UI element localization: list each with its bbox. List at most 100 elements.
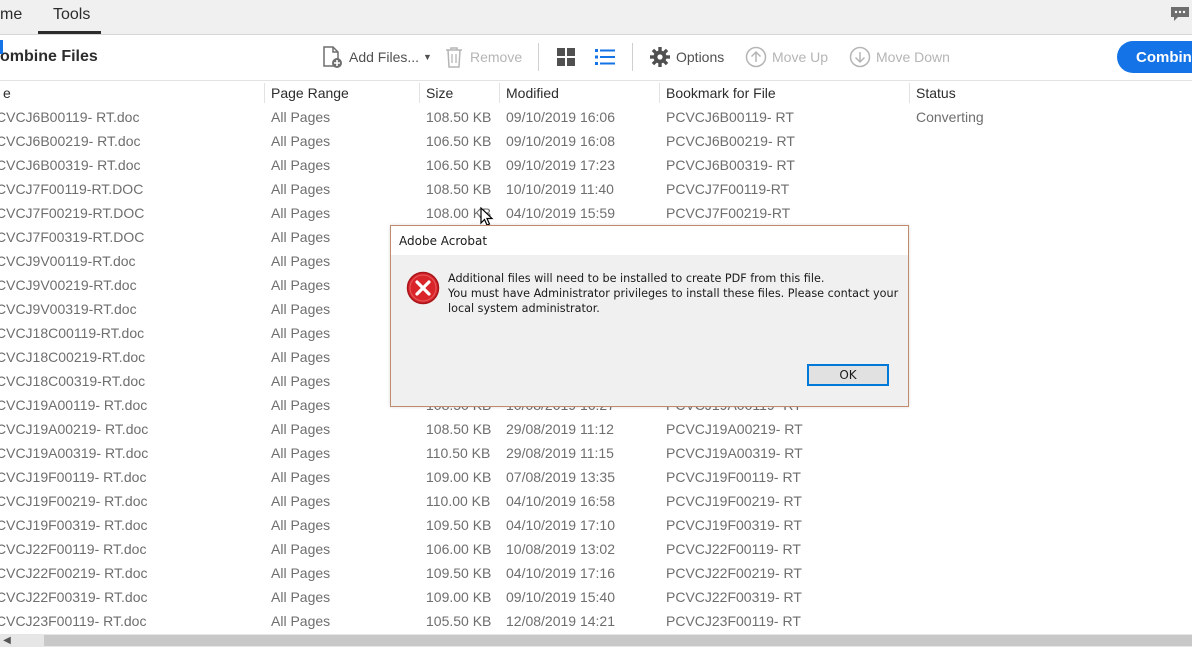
page-range-cell: All Pages <box>271 517 331 533</box>
active-tab-indicator <box>38 31 101 34</box>
page-range-cell: All Pages <box>271 229 331 245</box>
size-cell: 109.00 KB <box>426 469 492 485</box>
table-row[interactable]: CVCJ6B00319- RT.doc All Pages 106.50 KB 09/… <box>0 154 1192 178</box>
page-range-cell: All Pages <box>271 325 331 341</box>
bookmark-cell: PCVCJ23F00119- RT <box>666 613 801 629</box>
bookmark-cell: PCVCJ6B00319- RT <box>666 157 795 173</box>
table-header: e Page Range Size Modified Bookmark for … <box>0 81 1192 105</box>
column-header-status[interactable]: Status <box>916 85 956 101</box>
file-name-cell: CVCJ9V00319-RT.doc <box>0 301 137 317</box>
page-range-cell: All Pages <box>271 421 331 437</box>
bookmark-cell: PCVCJ19F00119- RT <box>666 469 801 485</box>
modified-cell: 09/10/2019 16:06 <box>506 109 615 125</box>
size-cell: 109.50 KB <box>426 517 492 533</box>
size-cell: 110.00 KB <box>426 493 491 509</box>
bookmark-cell: PCVCJ19A00319- RT <box>666 445 803 461</box>
page-range-cell: All Pages <box>271 565 331 581</box>
table-row[interactable]: CVCJ22F00119- RT.doc All Pages 106.00 KB 10… <box>0 538 1192 562</box>
modified-cell: 29/08/2019 11:12 <box>506 421 614 437</box>
options-label: Options <box>676 49 725 65</box>
status-cell: Converting <box>916 109 984 125</box>
page-range-cell: All Pages <box>271 589 331 605</box>
bookmark-cell: PCVCJ6B00219- RT <box>666 133 795 149</box>
grid-view-icon[interactable] <box>556 47 576 67</box>
table-row[interactable]: CVCJ19F00119- RT.doc All Pages 109.00 KB 07… <box>0 466 1192 490</box>
column-divider[interactable] <box>659 83 660 103</box>
horizontal-scrollbar[interactable]: ◀ <box>0 634 1192 647</box>
bookmark-cell: PCVCJ19A00219- RT <box>666 421 803 437</box>
page-range-cell: All Pages <box>271 373 331 389</box>
table-row[interactable]: CVCJ7F00119-RT.DOC All Pages 108.50 KB 10/1… <box>0 178 1192 202</box>
move-down-button[interactable]: Move Down <box>849 45 950 69</box>
table-row[interactable]: CVCJ19A00219- RT.doc All Pages 108.50 KB 29… <box>0 418 1192 442</box>
table-row[interactable]: CVCJ6B00219- RT.doc All Pages 106.50 KB 09/… <box>0 130 1192 154</box>
comment-icon[interactable] <box>1170 6 1190 22</box>
file-name-cell: CVCJ22F00119- RT.doc <box>0 541 147 557</box>
file-name-cell: CVCJ6B00319- RT.doc <box>0 157 141 173</box>
file-name-cell: CVCJ18C00119-RT.doc <box>0 325 145 341</box>
page-range-cell: All Pages <box>271 157 331 173</box>
column-header-size[interactable]: Size <box>426 85 453 101</box>
column-header-name[interactable]: e <box>3 85 11 101</box>
ok-button[interactable]: OK <box>807 364 889 386</box>
page-range-cell: All Pages <box>271 109 331 125</box>
table-row[interactable]: CVCJ19A00319- RT.doc All Pages 110.50 KB 29… <box>0 442 1192 466</box>
dialog-message-line: Additional files will need to be install… <box>448 272 825 285</box>
bookmark-cell: PCVCJ22F00219- RT <box>666 565 802 581</box>
table-row[interactable]: CVCJ6B00119- RT.doc All Pages 108.50 KB 09/… <box>0 106 1192 130</box>
file-name-cell: CVCJ19F00119- RT.doc <box>0 469 147 485</box>
modified-cell: 10/10/2019 11:40 <box>506 181 614 197</box>
table-row[interactable]: CVCJ7F00219-RT.DOC All Pages 108.00 KB 04/1… <box>0 202 1192 226</box>
tool-title: ombine Files <box>0 48 98 65</box>
tab-tools[interactable]: Tools <box>53 6 90 24</box>
bookmark-cell: PCVCJ19F00319- RT <box>666 517 802 533</box>
page-range-cell: All Pages <box>271 277 331 293</box>
table-row[interactable]: CVCJ19F00219- RT.doc All Pages 110.00 KB 04… <box>0 490 1192 514</box>
options-button[interactable]: Options <box>649 45 724 69</box>
modified-cell: 09/10/2019 17:23 <box>506 157 615 173</box>
trash-icon <box>446 47 462 68</box>
toolbar-divider <box>632 43 633 71</box>
table-row[interactable]: CVCJ22F00219- RT.doc All Pages 109.50 KB 04… <box>0 562 1192 586</box>
size-cell: 106.00 KB <box>426 541 492 557</box>
page-range-cell: All Pages <box>271 205 331 221</box>
file-name-cell: CVCJ7F00219-RT.DOC <box>0 205 145 221</box>
column-divider[interactable] <box>264 83 265 103</box>
size-cell: 108.50 KB <box>426 181 492 197</box>
scrollbar-thumb[interactable] <box>44 635 1192 646</box>
move-up-button[interactable]: Move Up <box>745 45 828 69</box>
page-range-cell: All Pages <box>271 541 331 557</box>
table-row[interactable]: CVCJ19F00319- RT.doc All Pages 109.50 KB 04… <box>0 514 1192 538</box>
dialog-message-line: You must have Administrator privileges t… <box>448 287 899 300</box>
size-cell: 106.50 KB <box>426 133 492 149</box>
size-cell: 109.00 KB <box>426 589 492 605</box>
column-header-modified[interactable]: Modified <box>506 85 559 101</box>
add-files-button[interactable]: Add Files... ▼ <box>320 45 432 69</box>
combine-button[interactable]: Combin <box>1117 41 1192 73</box>
column-header-bookmark[interactable]: Bookmark for File <box>666 85 776 101</box>
column-divider[interactable] <box>419 83 420 103</box>
size-cell: 108.50 KB <box>426 109 492 125</box>
page-range-cell: All Pages <box>271 613 331 629</box>
arrow-down-circle-icon <box>849 46 871 68</box>
dialog-titlebar[interactable]: Adobe Acrobat <box>391 226 908 255</box>
scroll-left-icon[interactable]: ◀ <box>0 634 14 647</box>
add-files-label: Add Files... <box>349 49 420 65</box>
column-header-page-range[interactable]: Page Range <box>271 85 349 101</box>
table-row[interactable]: CVCJ22F00319- RT.doc All Pages 109.00 KB 09… <box>0 586 1192 610</box>
page-range-cell: All Pages <box>271 469 331 485</box>
column-divider[interactable] <box>499 83 500 103</box>
remove-label: Remove <box>470 49 523 65</box>
tab-home[interactable]: me <box>0 6 22 24</box>
modified-cell: 04/10/2019 17:16 <box>506 565 615 581</box>
arrow-up-circle-icon <box>745 46 767 68</box>
table-row[interactable]: CVCJ23F00119- RT.doc All Pages 105.50 KB 12… <box>0 610 1192 634</box>
size-cell: 105.50 KB <box>426 613 492 629</box>
column-divider[interactable] <box>909 83 910 103</box>
file-name-cell: CVCJ7F00119-RT.DOC <box>0 181 144 197</box>
bookmark-cell: PCVCJ19F00219- RT <box>666 493 802 509</box>
error-icon <box>406 271 440 305</box>
file-name-cell: CVCJ19A00319- RT.doc <box>0 445 149 461</box>
list-view-icon[interactable] <box>594 47 616 67</box>
remove-button[interactable]: Remove <box>443 45 522 69</box>
